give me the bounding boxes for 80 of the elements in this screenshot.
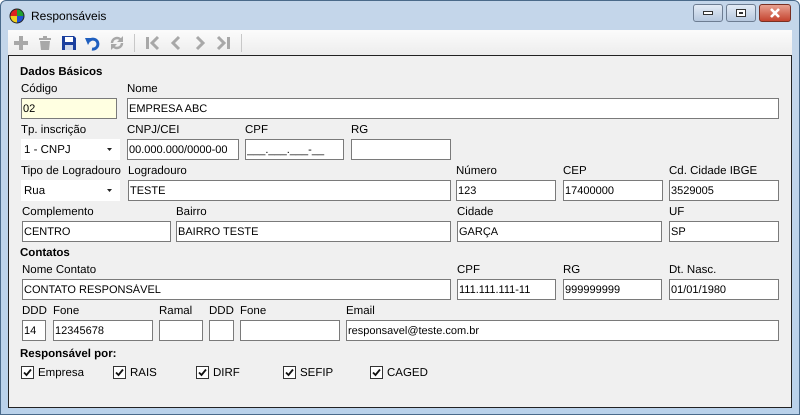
checkmark-icon xyxy=(372,368,381,377)
checkmark-icon xyxy=(115,368,124,377)
section-title: Responsável por: xyxy=(20,347,118,362)
input-field[interactable]: GARÇA xyxy=(457,221,662,242)
app-icon xyxy=(9,8,25,24)
input-field[interactable]: 111.111.111-11 xyxy=(457,279,556,300)
input-field[interactable]: 00.000.000/0000-00 xyxy=(127,139,239,160)
input-field[interactable] xyxy=(240,320,340,341)
input-field[interactable]: CENTRO xyxy=(22,221,171,242)
input-field[interactable]: SP xyxy=(669,221,779,242)
field-label: Cd. Cidade IBGE xyxy=(669,164,758,179)
field-label: DDD xyxy=(209,304,234,319)
field-label: Nome xyxy=(127,82,158,97)
input-field[interactable]: BAIRRO TESTE xyxy=(176,221,451,242)
trash-icon xyxy=(37,34,53,50)
field-label: Código xyxy=(21,82,58,97)
toolbar-separator xyxy=(241,34,242,52)
field-label: UF xyxy=(669,205,684,220)
field-label: Ramal xyxy=(159,304,192,319)
maximize-button[interactable] xyxy=(726,4,756,22)
caret-icon xyxy=(107,148,112,151)
window-title: Responsáveis xyxy=(31,8,106,22)
last-record-icon xyxy=(216,34,232,50)
close-button[interactable] xyxy=(759,4,791,22)
field-label: CPF xyxy=(457,263,480,278)
field-label: RG xyxy=(351,123,368,138)
field-label: CPF xyxy=(245,123,268,138)
caret-icon xyxy=(107,189,112,192)
field-label: Dt. Nasc. xyxy=(669,263,716,278)
input-field[interactable]: 14 xyxy=(22,320,46,341)
dropdown[interactable]: Rua xyxy=(21,180,120,201)
input-field[interactable]: 01/01/1980 xyxy=(669,279,779,300)
undo-icon xyxy=(85,34,101,50)
field-label: Tp. inscrição xyxy=(21,123,86,138)
checkbox[interactable]: SEFIP xyxy=(283,366,334,379)
input-field[interactable]: 17400000 xyxy=(563,180,663,201)
input-field[interactable]: ___.___.___-__ xyxy=(245,139,344,160)
input-field[interactable] xyxy=(159,320,203,341)
minimize-icon xyxy=(703,10,713,16)
section-title: Contatos xyxy=(20,246,71,261)
first-record-icon xyxy=(144,34,160,50)
field-label: Logradouro xyxy=(128,164,187,179)
toolbar-separator xyxy=(134,34,135,52)
input-field[interactable]: 12345678 xyxy=(53,320,153,341)
checkmark-icon xyxy=(23,368,32,377)
checkbox[interactable]: RAIS xyxy=(113,366,157,379)
field-label: CEP xyxy=(563,164,587,179)
input-field[interactable]: EMPRESA ABC xyxy=(127,98,779,119)
field-label: Nome Contato xyxy=(22,263,96,278)
input-field[interactable]: responsavel@teste.com.br xyxy=(346,320,779,341)
input-field[interactable]: 123 xyxy=(456,180,556,201)
field-label: Fone xyxy=(240,304,266,319)
input-field[interactable]: 999999999 xyxy=(563,279,662,300)
field-label: DDD xyxy=(22,304,47,319)
plus-icon xyxy=(13,34,29,50)
checkbox[interactable]: Empresa xyxy=(21,366,84,379)
checkmark-icon xyxy=(285,368,294,377)
refresh-icon xyxy=(109,34,125,50)
input-field[interactable]: TESTE xyxy=(128,180,451,201)
input-field[interactable]: 3529005 xyxy=(669,180,779,201)
field-label: Fone xyxy=(53,304,80,319)
close-icon xyxy=(769,8,781,18)
field-label: Cidade xyxy=(457,205,494,220)
minimize-button[interactable] xyxy=(693,4,723,22)
field-label: Email xyxy=(346,304,375,319)
checkmark-icon xyxy=(198,368,207,377)
field-label: Complemento xyxy=(22,205,94,220)
field-label: Bairro xyxy=(176,205,207,220)
field-label: CNPJ/CEI xyxy=(127,123,180,138)
input-field[interactable] xyxy=(209,320,234,341)
field-label: RG xyxy=(563,263,580,278)
dropdown[interactable]: 1 - CNPJ xyxy=(21,139,120,160)
maximize-icon xyxy=(736,9,746,17)
section-title: Dados Básicos xyxy=(20,65,104,80)
input-field[interactable]: 02 xyxy=(21,98,117,119)
checkbox[interactable]: CAGED xyxy=(370,366,428,379)
input-field[interactable] xyxy=(351,139,451,160)
field-label: Número xyxy=(456,164,497,179)
checkbox[interactable]: DIRF xyxy=(196,366,240,379)
field-label: Tipo de Logradouro xyxy=(21,164,121,179)
